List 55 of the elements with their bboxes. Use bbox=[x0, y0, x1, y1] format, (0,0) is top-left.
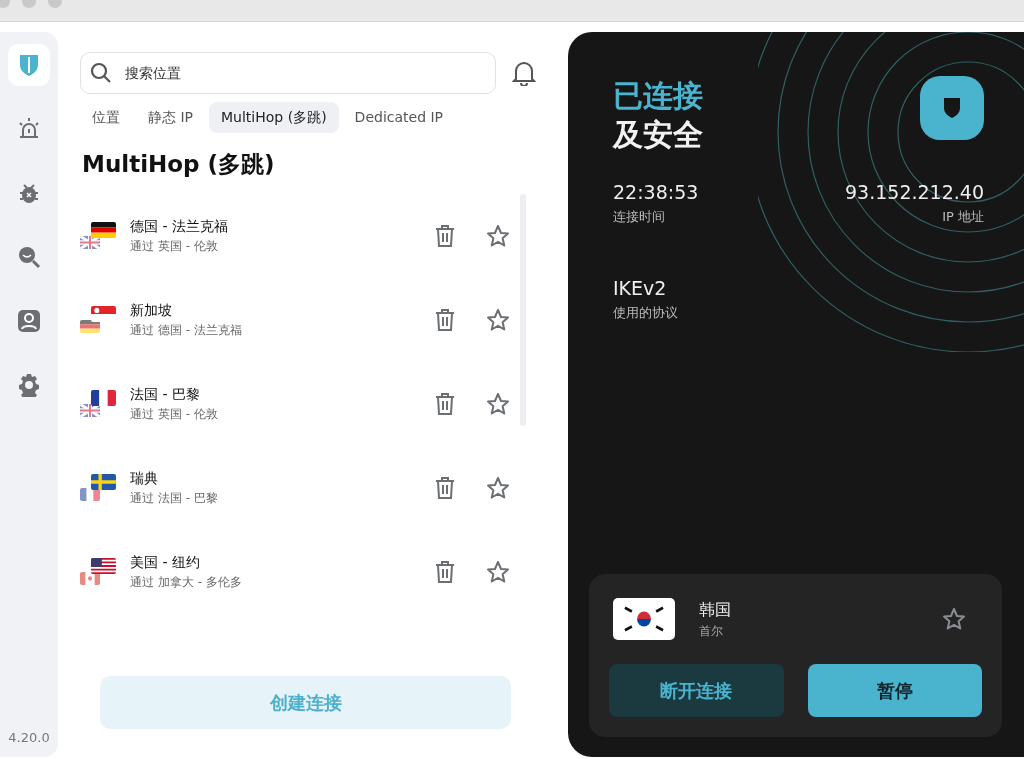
notification-bell-icon[interactable] bbox=[512, 60, 536, 86]
location-name: 美国 - 纽约 bbox=[130, 553, 201, 572]
tab[interactable]: 静态 IP bbox=[136, 102, 206, 133]
version-label: 4.20.0 bbox=[8, 728, 50, 747]
delete-icon[interactable] bbox=[434, 559, 456, 584]
status-title: 已连接 bbox=[613, 77, 703, 115]
flag-pair-icon bbox=[80, 303, 116, 336]
star-icon[interactable] bbox=[486, 391, 510, 416]
shield-icon bbox=[18, 53, 40, 77]
star-icon[interactable] bbox=[486, 223, 510, 248]
settings-icon bbox=[17, 373, 41, 397]
delete-icon[interactable] bbox=[434, 307, 456, 332]
delete-icon[interactable] bbox=[434, 475, 456, 500]
delete-icon[interactable] bbox=[434, 391, 456, 416]
search-icon bbox=[90, 62, 112, 84]
shield-logo-icon bbox=[920, 76, 984, 140]
disconnect-button[interactable]: 断开连接 bbox=[609, 664, 784, 717]
location-name: 法国 - 巴黎 bbox=[130, 385, 201, 404]
flag-pair-icon bbox=[80, 471, 116, 504]
bug-icon bbox=[18, 181, 40, 205]
alarm-light-icon bbox=[17, 117, 41, 141]
via-location: 通过 加拿大 - 多伦多 bbox=[130, 574, 243, 591]
via-location: 通过 英国 - 伦敦 bbox=[130, 238, 219, 255]
location-name: 德国 - 法兰克福 bbox=[130, 217, 229, 236]
location-name: 新加坡 bbox=[130, 301, 173, 320]
city-name: 首尔 bbox=[699, 623, 724, 640]
user-icon bbox=[17, 309, 41, 333]
flag-pair-icon bbox=[80, 555, 116, 588]
protocol-label: 使用的协议 bbox=[613, 303, 679, 322]
eye-magnifier-icon bbox=[17, 245, 41, 269]
flag-pair-icon bbox=[80, 387, 116, 420]
protocol-value: IKEv2 bbox=[613, 276, 668, 301]
section-title: MultiHop (多跳) bbox=[82, 150, 276, 179]
star-icon[interactable] bbox=[942, 607, 966, 631]
flag-icon bbox=[613, 598, 675, 640]
tab[interactable]: Dedicated IP bbox=[342, 102, 456, 133]
via-location: 通过 德国 - 法兰克福 bbox=[130, 322, 243, 339]
star-icon[interactable] bbox=[486, 307, 510, 332]
stat-label: 连接时间 bbox=[613, 207, 666, 226]
status-subtitle: 及安全 bbox=[613, 116, 703, 154]
delete-icon[interactable] bbox=[434, 223, 456, 248]
search-field[interactable]: 搜索位置 bbox=[80, 52, 496, 94]
via-location: 通过 法国 - 巴黎 bbox=[130, 490, 219, 507]
location-name: 瑞典 bbox=[130, 469, 159, 488]
tab[interactable]: MultiHop (多跳) bbox=[209, 102, 339, 133]
flag-pair-icon bbox=[80, 219, 116, 252]
country-name: 韩国 bbox=[699, 599, 732, 621]
via-location: 通过 英国 - 伦敦 bbox=[130, 406, 219, 423]
stat-value: 93.152.212.40 bbox=[845, 180, 984, 205]
stat-label: IP 地址 bbox=[941, 207, 984, 226]
stat-value: 22:38:53 bbox=[613, 180, 699, 205]
tab[interactable]: 位置 bbox=[80, 102, 132, 133]
pause-button[interactable]: 暂停 bbox=[807, 664, 982, 717]
star-icon[interactable] bbox=[486, 475, 510, 500]
star-icon[interactable] bbox=[486, 559, 510, 584]
